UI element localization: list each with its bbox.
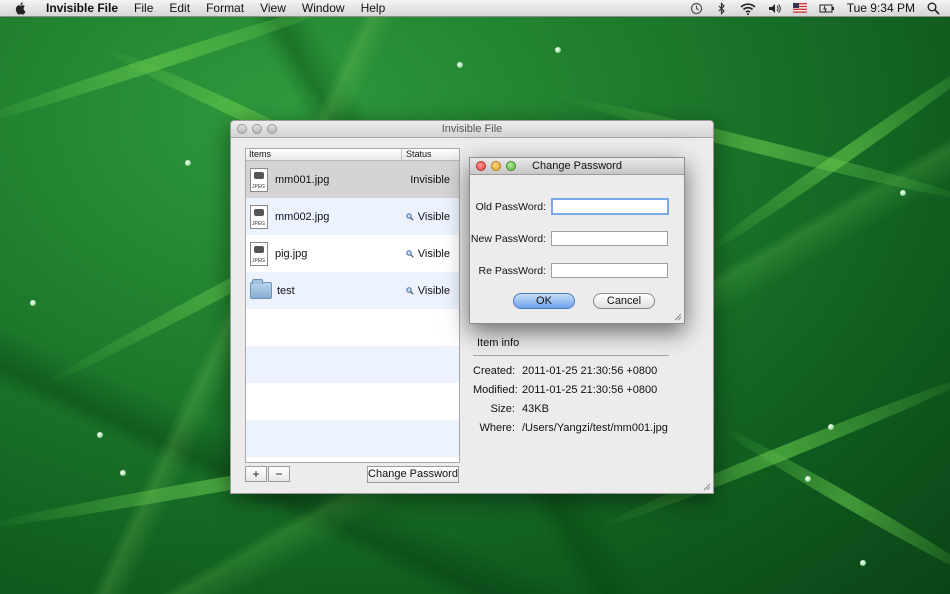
old-password-label: Old PassWord: [475, 200, 546, 213]
menubar-clock[interactable]: Tue 9:34 PM [847, 1, 915, 15]
zoom-button[interactable] [267, 124, 277, 134]
menu-view[interactable]: View [252, 1, 294, 15]
info-key: Modified: [473, 384, 518, 396]
item-status: Visible [417, 284, 450, 297]
magnifier-icon [406, 286, 414, 295]
folder-icon [250, 279, 272, 299]
remove-button[interactable]: − [268, 466, 290, 482]
us-flag-icon[interactable] [792, 3, 807, 13]
info-key: Size: [490, 403, 515, 415]
info-row-modified: Modified: 2011-01-25 21:30:56 +0800 [473, 381, 703, 400]
magnifier-icon [406, 212, 414, 221]
info-value: /Users/Yangzi/test/mm001.jpg [522, 422, 668, 434]
info-key: Created: [473, 365, 516, 377]
column-header-items[interactable]: Items [246, 149, 402, 160]
old-password-row: Old PassWord: [470, 198, 669, 215]
dialog-zoom-button[interactable] [506, 161, 516, 171]
empty-row [246, 420, 459, 457]
bluetooth-icon[interactable] [715, 1, 728, 15]
item-name: mm001.jpg [275, 173, 330, 186]
apple-menu-icon[interactable] [14, 1, 28, 15]
close-button[interactable] [237, 124, 247, 134]
dialog-titlebar[interactable]: Change Password [470, 158, 684, 175]
item-info-panel: Item info Created: 2011-01-25 21:30:56 +… [473, 337, 703, 438]
change-password-dialog: Change Password Old PassWord: New PassWo… [469, 157, 685, 324]
old-password-input[interactable] [551, 198, 669, 215]
cancel-button[interactable]: Cancel [593, 293, 655, 309]
item-status: Invisible [410, 173, 450, 186]
main-window-titlebar[interactable]: Invisible File [231, 121, 713, 138]
spotlight-icon[interactable] [927, 2, 940, 15]
re-password-label: Re PassWord: [478, 264, 547, 277]
empty-row [246, 383, 459, 420]
menu-window[interactable]: Window [294, 1, 353, 15]
table-row[interactable]: test Visible [246, 272, 459, 309]
dialog-minimize-button[interactable] [491, 161, 501, 171]
item-name: mm002.jpg [275, 210, 330, 223]
new-password-row: New PassWord: [470, 231, 668, 246]
new-password-input[interactable] [551, 231, 668, 246]
battery-icon[interactable] [819, 2, 835, 15]
menu-edit[interactable]: Edit [161, 1, 198, 15]
item-info-title: Item info [477, 337, 520, 349]
jpeg-file-icon: JPEG [250, 167, 268, 192]
item-name: test [277, 284, 295, 297]
item-status: Visible [417, 247, 450, 260]
table-row[interactable]: JPEG mm002.jpg Visible [246, 198, 459, 235]
table-header: Items Status [246, 149, 459, 161]
info-row-where: Where: /Users/Yangzi/test/mm001.jpg [473, 419, 703, 438]
items-table[interactable]: Items Status JPEG mm001.jpg Invisible JP… [245, 148, 460, 463]
menu-file[interactable]: File [126, 1, 161, 15]
re-password-input[interactable] [551, 263, 668, 278]
dialog-title: Change Password [532, 160, 622, 172]
window-title: Invisible File [441, 123, 503, 135]
minimize-button[interactable] [252, 124, 262, 134]
jpeg-file-icon: JPEG [250, 241, 268, 266]
empty-row [246, 309, 459, 346]
menu-format[interactable]: Format [198, 1, 252, 15]
resize-grip-icon[interactable] [703, 483, 711, 491]
menu-bar: Invisible File File Edit Format View Win… [0, 0, 950, 17]
time-machine-icon[interactable] [690, 2, 703, 15]
jpeg-file-icon: JPEG [250, 204, 268, 229]
re-password-row: Re PassWord: [470, 263, 668, 278]
info-value: 2011-01-25 21:30:56 +0800 [522, 384, 658, 396]
info-key: Where: [479, 422, 515, 434]
info-value: 2011-01-25 21:30:56 +0800 [522, 365, 658, 377]
magnifier-icon [406, 249, 414, 258]
dialog-close-button[interactable] [476, 161, 486, 171]
column-header-status[interactable]: Status [402, 149, 432, 160]
table-row[interactable]: JPEG pig.jpg Visible [246, 235, 459, 272]
dialog-resize-grip-icon[interactable] [674, 313, 682, 321]
change-password-button[interactable]: Change Password [367, 466, 459, 483]
info-value: 43KB [522, 403, 549, 415]
wifi-icon[interactable] [740, 2, 756, 15]
ok-button[interactable]: OK [513, 293, 575, 309]
new-password-label: New PassWord: [470, 232, 546, 245]
info-row-size: Size: 43KB [473, 400, 703, 419]
item-name: pig.jpg [275, 247, 308, 260]
empty-row [246, 346, 459, 383]
menu-help[interactable]: Help [353, 1, 394, 15]
menu-app-name[interactable]: Invisible File [42, 1, 126, 15]
add-button[interactable]: + [245, 466, 267, 482]
item-status: Visible [417, 210, 450, 223]
volume-icon[interactable] [768, 2, 781, 15]
table-row[interactable]: JPEG mm001.jpg Invisible [246, 161, 459, 198]
info-row-created: Created: 2011-01-25 21:30:56 +0800 [473, 362, 703, 381]
